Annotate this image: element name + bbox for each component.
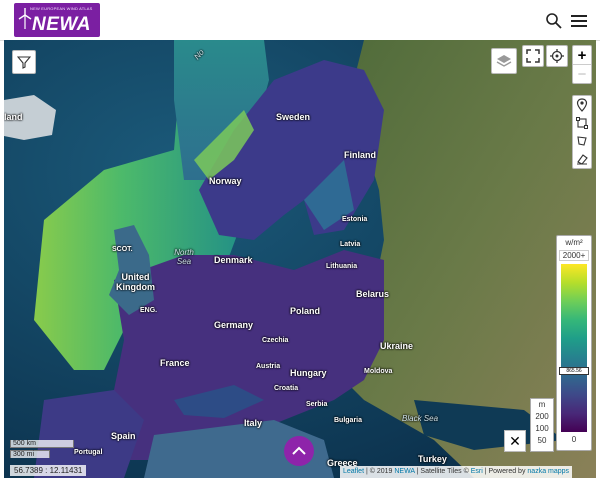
map-label-turkey: Turkey: [418, 454, 447, 464]
zoom-control: + −: [572, 45, 592, 84]
logo-tagline: NEW EUROPEAN WIND ATLAS: [30, 6, 93, 11]
power-density-legend: w/m² 2000+ 865.56 0: [556, 235, 592, 451]
map-label-ukraine: Ukraine: [380, 341, 414, 351]
legend-value-marker: 865.56: [559, 367, 589, 375]
draw-marker-button[interactable]: [573, 96, 591, 114]
newa-link[interactable]: NEWA: [394, 468, 414, 475]
map-pin-icon: [576, 98, 588, 112]
newa-logo[interactable]: NEW EUROPEAN WIND ATLAS NEWA: [14, 3, 100, 37]
map-scale: 500 km 300 mi: [10, 440, 74, 458]
map-label-czechia: Czechia: [262, 337, 289, 344]
map-label-poland: Poland: [290, 306, 321, 316]
map-label-united-kingdom: United Kingdom: [116, 272, 155, 292]
map-label-norway: Norway: [209, 176, 242, 186]
map-label-iceland: land: [4, 112, 23, 122]
leaflet-link[interactable]: Leaflet: [343, 468, 364, 475]
eraser-icon: [577, 154, 588, 165]
filter-icon: [17, 56, 31, 69]
map-label-serbia: Serbia: [306, 401, 328, 408]
map-label-moldova: Moldova: [364, 368, 393, 375]
filter-button[interactable]: [12, 50, 36, 74]
zoom-out-button[interactable]: −: [573, 65, 591, 83]
map-label-france: France: [160, 358, 190, 368]
height-unit: m: [538, 400, 546, 409]
map-attribution: Leaflet | © 2019 NEWA | Satellite Tiles …: [340, 466, 573, 478]
height-option[interactable]: 100: [531, 423, 553, 435]
cursor-coordinates: 56.7389 : 12.11431: [10, 465, 87, 476]
legend-color-bar: [561, 264, 587, 432]
polygon-icon: [577, 136, 587, 146]
map-label-italy: Italy: [244, 418, 263, 428]
map-canvas[interactable]: No land Sweden Finland Norway Estonia SC…: [4, 40, 596, 478]
map-label-lithuania: Lithuania: [326, 263, 358, 270]
height-option[interactable]: 200: [531, 411, 553, 423]
map-label-belarus: Belarus: [356, 289, 390, 299]
erase-button[interactable]: [573, 150, 591, 168]
logo-wordmark: NEWA: [32, 14, 91, 35]
esri-link[interactable]: Esri: [471, 468, 483, 475]
attribution-satellite: | Satellite Tiles ©: [414, 468, 471, 475]
map-label-black-sea: Black Sea: [402, 414, 439, 423]
map-label-latvia: Latvia: [340, 241, 361, 248]
zoom-in-button[interactable]: +: [573, 46, 591, 65]
map-label-england: ENG.: [140, 307, 158, 314]
fullscreen-button[interactable]: [522, 45, 544, 67]
nazka-link[interactable]: nazka mapps: [527, 468, 569, 475]
top-bar: NEW EUROPEAN WIND ATLAS NEWA: [0, 0, 600, 41]
map-label-finland: Finland: [344, 150, 376, 160]
map-label-hungary: Hungary: [290, 368, 327, 378]
draw-rectangle-button[interactable]: [573, 114, 591, 132]
rectangle-icon: [576, 117, 588, 129]
attribution-copyright: | © 2019: [364, 468, 395, 475]
legend-min: 0: [571, 435, 577, 444]
layers-button[interactable]: [491, 48, 517, 74]
map-label-scotland: SCOT.: [112, 246, 133, 253]
scale-km: 500 km: [10, 440, 74, 448]
draw-toolbar: [572, 95, 592, 169]
map-label-bulgaria: Bulgaria: [334, 417, 363, 424]
map-background: [4, 40, 596, 478]
search-icon[interactable]: [545, 12, 563, 30]
close-icon: ✕: [509, 433, 521, 449]
close-button[interactable]: ✕: [504, 430, 526, 452]
layers-icon: [496, 55, 512, 67]
map-label-sweden: Sweden: [276, 112, 311, 122]
menu-icon[interactable]: [570, 12, 588, 30]
height-option[interactable]: 50: [531, 435, 553, 447]
map-label-denmark: Denmark: [214, 255, 253, 265]
chevron-up-icon: [292, 446, 306, 455]
crosshair-icon: [550, 49, 564, 63]
map-label-germany: Germany: [214, 320, 254, 330]
fullscreen-icon: [526, 49, 540, 63]
map-label-spain: Spain: [111, 431, 136, 441]
map-label-portugal: Portugal: [74, 449, 103, 456]
expand-panel-button[interactable]: [284, 436, 314, 466]
map-label-estonia: Estonia: [342, 216, 368, 223]
attribution-powered: | Powered by: [482, 468, 528, 475]
map-label-croatia: Croatia: [274, 385, 299, 392]
locate-button[interactable]: [546, 45, 568, 67]
map-label-north-sea: North Sea: [174, 248, 194, 266]
height-selector: m 200 100 50: [530, 398, 554, 452]
map-label-austria: Austria: [256, 363, 281, 370]
draw-polygon-button[interactable]: [573, 132, 591, 150]
legend-max: 2000+: [559, 250, 589, 261]
legend-unit: w/m²: [565, 238, 583, 247]
scale-mi: 300 mi: [10, 450, 50, 458]
